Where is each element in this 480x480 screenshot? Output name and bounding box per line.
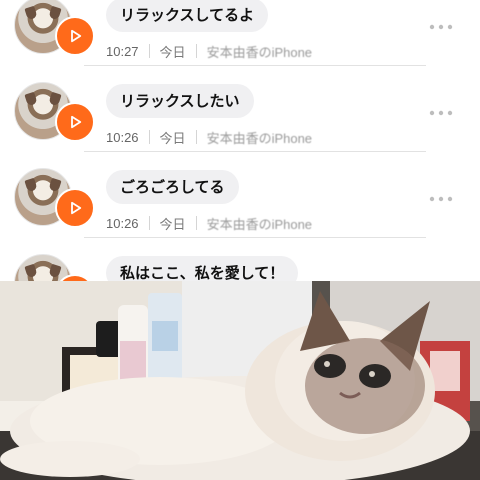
post-meta: 10:26 今日 安本由香のiPhone <box>106 212 312 234</box>
play-icon <box>71 201 82 215</box>
play-button[interactable] <box>55 188 95 228</box>
more-button[interactable] <box>428 18 454 30</box>
meta-separator <box>148 44 150 58</box>
play-button[interactable] <box>55 102 95 142</box>
post-meta: 10:26 今日 安本由香のiPhone <box>106 126 312 148</box>
post-day: 今日 <box>159 44 186 60</box>
meta-separator <box>195 44 197 58</box>
more-dots-icon <box>429 110 453 116</box>
message-bubble: ごろごろしてる <box>106 170 239 204</box>
meta-separator <box>195 216 197 230</box>
post-source: 安本由香のiPhone <box>206 216 313 232</box>
more-dots-icon <box>429 24 453 30</box>
post-meta: 10:27 今日 安本由香のiPhone <box>106 40 312 62</box>
post-day: 今日 <box>159 130 186 146</box>
meta-separator <box>195 130 197 144</box>
meta-separator <box>148 216 150 230</box>
post-source: 安本由香のiPhone <box>206 44 313 60</box>
post-item[interactable]: ごろごろしてる 10:26 今日 安本由香のiPhone <box>0 152 480 238</box>
cat-photo-illustration <box>0 281 480 480</box>
post-time: 10:27 <box>106 43 139 59</box>
message-bubble: リラックスしたい <box>106 84 254 118</box>
post-item[interactable]: リラックスしてるよ 10:27 今日 安本由香のiPhone <box>0 0 480 66</box>
post-item[interactable]: リラックスしたい 10:26 今日 安本由香のiPhone <box>0 66 480 152</box>
more-dots-icon <box>429 196 453 202</box>
cat-photo <box>0 281 480 480</box>
post-day: 今日 <box>159 216 186 232</box>
meta-separator <box>148 130 150 144</box>
post-time: 10:26 <box>106 215 139 231</box>
more-button[interactable] <box>428 190 454 202</box>
play-button[interactable] <box>55 16 95 56</box>
more-button[interactable] <box>428 104 454 116</box>
post-time: 10:26 <box>106 129 139 145</box>
post-source: 安本由香のiPhone <box>206 130 313 146</box>
play-icon <box>71 115 82 129</box>
post-feed: リラックスしてるよ 10:27 今日 安本由香のiPhone リラックスしたい … <box>0 0 480 314</box>
message-bubble: リラックスしてるよ <box>106 0 269 32</box>
play-icon <box>71 29 82 43</box>
